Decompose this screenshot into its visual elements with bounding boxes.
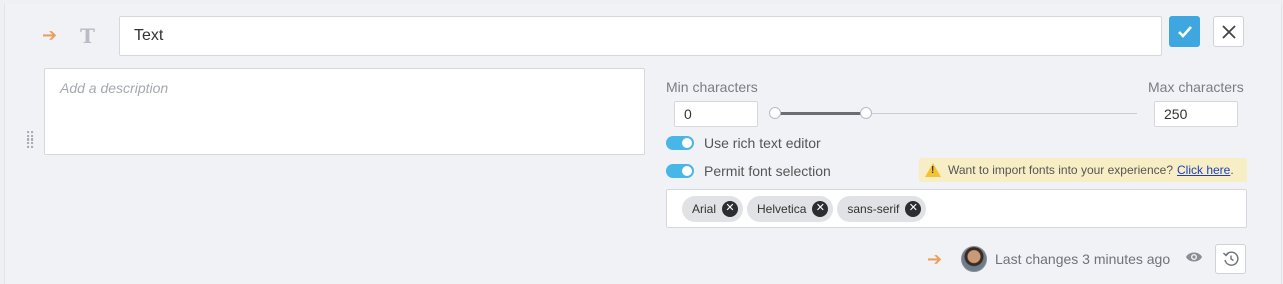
slider-max-handle[interactable] — [859, 107, 872, 119]
import-fonts-notice: Want to import fonts into your experienc… — [919, 158, 1247, 182]
font-tag-label: Helvetica — [757, 201, 807, 216]
remove-tag-icon[interactable]: ✕ — [905, 200, 922, 217]
font-tag-label: sans-serif — [847, 201, 900, 216]
notice-suffix: . — [1230, 163, 1234, 177]
last-changes-text: Last changes 3 minutes ago — [995, 251, 1171, 267]
drag-handle-icon[interactable]: ⠿ ⠿ — [25, 130, 37, 156]
min-characters-label: Min characters — [666, 79, 758, 95]
close-icon — [1221, 24, 1236, 39]
avatar[interactable] — [961, 246, 987, 272]
font-tag: sans-serif ✕ — [837, 195, 927, 222]
slider-min-handle[interactable] — [769, 107, 781, 119]
character-range-slider[interactable] — [775, 112, 1137, 115]
remove-tag-icon[interactable]: ✕ — [722, 200, 739, 217]
font-tags-input[interactable]: Arial ✕ Helvetica ✕ sans-serif ✕ — [666, 189, 1247, 228]
history-icon — [1222, 251, 1239, 266]
field-title-input[interactable] — [119, 16, 1162, 56]
font-tag-label: Arial — [692, 201, 717, 216]
arrow-right-icon: ➔ — [42, 25, 58, 45]
font-selection-toggle[interactable] — [666, 164, 694, 178]
slider-range-fill — [775, 112, 866, 115]
description-placeholder: Add a description — [60, 80, 169, 96]
close-button[interactable] — [1213, 16, 1244, 47]
click-here-link[interactable]: Click here — [1177, 163, 1230, 177]
remove-tag-icon[interactable]: ✕ — [812, 200, 829, 217]
confirm-button[interactable] — [1169, 16, 1200, 47]
font-selection-label: Permit font selection — [704, 163, 831, 179]
rich-text-label: Use rich text editor — [704, 135, 821, 151]
min-characters-input[interactable] — [674, 101, 758, 127]
text-type-icon: T — [80, 24, 95, 48]
warning-icon — [925, 163, 941, 177]
rich-text-toggle[interactable] — [666, 136, 694, 150]
history-button[interactable] — [1215, 244, 1246, 274]
font-tag: Helvetica ✕ — [747, 195, 834, 222]
font-tag: Arial ✕ — [682, 195, 744, 222]
arrow-right-icon: ➔ — [927, 249, 943, 269]
notice-text: Want to import fonts into your experienc… — [948, 163, 1173, 177]
description-field[interactable]: Add a description — [44, 68, 645, 155]
check-icon — [1177, 25, 1192, 38]
max-characters-label: Max characters — [1148, 79, 1244, 95]
max-characters-input[interactable] — [1154, 101, 1238, 127]
eye-icon[interactable] — [1185, 250, 1203, 264]
